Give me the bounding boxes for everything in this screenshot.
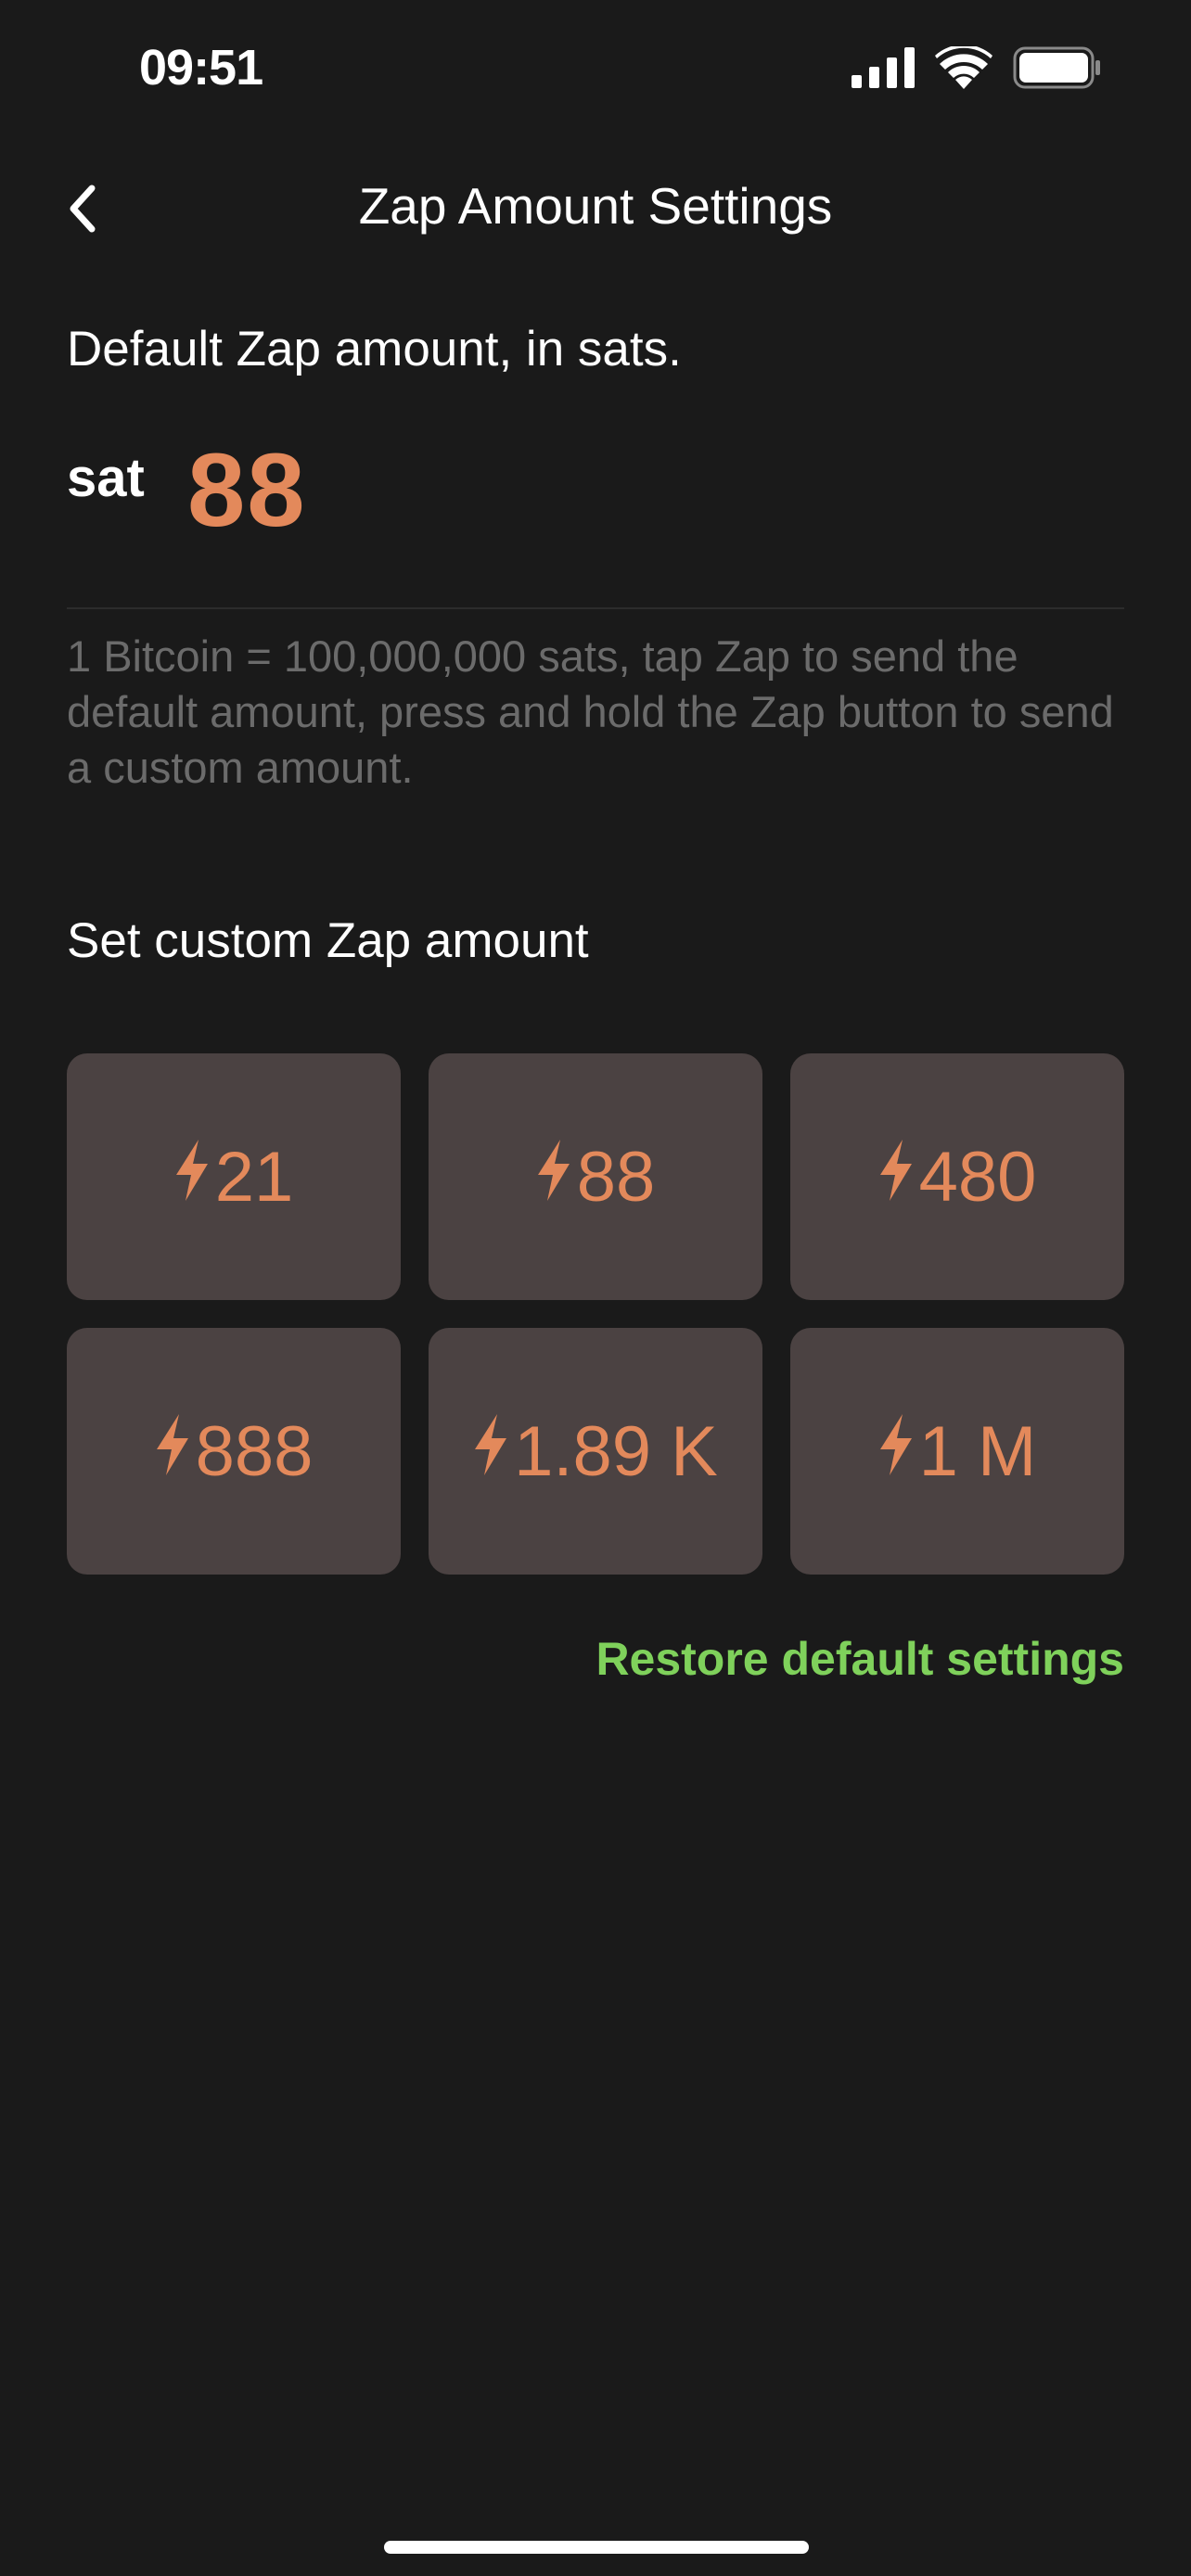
preset-button[interactable]: 21: [67, 1053, 401, 1300]
wifi-icon: [935, 44, 992, 94]
lightning-bolt-icon: [174, 1137, 215, 1218]
nav-bar: Zap Amount Settings: [0, 158, 1191, 261]
lightning-bolt-icon: [878, 1137, 919, 1218]
cellular-signal-icon: [852, 47, 915, 93]
lightning-bolt-icon: [536, 1137, 577, 1218]
preset-button[interactable]: 1 M: [790, 1328, 1124, 1575]
restore-default-button[interactable]: Restore default settings: [596, 1632, 1124, 1686]
lightning-bolt-icon: [878, 1411, 919, 1492]
preset-label: 21: [214, 1137, 294, 1217]
lightning-bolt-icon: [473, 1411, 514, 1492]
divider: [67, 607, 1124, 609]
preset-label: 1.89 K: [514, 1411, 718, 1491]
status-icons: [852, 44, 1102, 94]
preset-button[interactable]: 480: [790, 1053, 1124, 1300]
default-amount-row: sat 88: [67, 432, 1124, 556]
preset-label: 480: [918, 1137, 1037, 1217]
preset-button[interactable]: 88: [429, 1053, 762, 1300]
preset-label: 1 M: [918, 1411, 1037, 1491]
preset-label: 88: [576, 1137, 656, 1217]
preset-button[interactable]: 1.89 K: [429, 1328, 762, 1575]
home-indicator: [384, 2541, 809, 2554]
preset-grid: 21 88 480 888 1.89 K 1 M: [67, 1053, 1124, 1575]
default-amount-label: Default Zap amount, in sats.: [67, 322, 682, 376]
page-title: Zap Amount Settings: [358, 177, 833, 235]
custom-amount-label: Set custom Zap amount: [67, 913, 589, 968]
default-amount-input[interactable]: 88: [187, 430, 307, 550]
preset-button[interactable]: 888: [67, 1328, 401, 1575]
status-time: 09:51: [139, 40, 263, 96]
battery-icon: [1013, 46, 1102, 94]
unit-label: sat: [67, 448, 145, 508]
preset-label: 888: [195, 1411, 314, 1491]
lightning-bolt-icon: [155, 1411, 196, 1492]
status-bar: 09:51: [0, 0, 1191, 139]
hint-text: 1 Bitcoin = 100,000,000 sats, tap Zap to…: [67, 631, 1114, 792]
